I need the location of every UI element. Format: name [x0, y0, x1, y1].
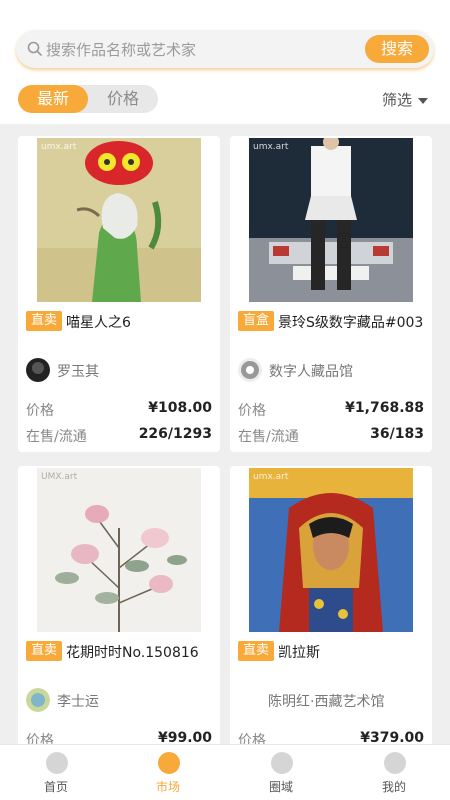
- home-icon: [46, 752, 68, 774]
- nav-market[interactable]: 市场: [112, 745, 224, 800]
- artwork-image: umx.art: [37, 138, 201, 302]
- stock-label: 在售/流通: [238, 429, 299, 445]
- tab-price[interactable]: 价格: [88, 85, 158, 113]
- artwork-card[interactable]: umx.art 直卖 凯拉斯 陈明红·西藏艺术馆 价格 ¥379.00: [230, 466, 432, 756]
- artwork-card[interactable]: umx.art 直卖 喵星人之6 罗玉其 价格 ¥108.00 在售/流通 22…: [18, 136, 220, 452]
- avatar: [238, 358, 262, 382]
- author-name: 罗玉其: [57, 364, 99, 380]
- author-name: 陈明红·西藏艺术馆: [268, 694, 385, 710]
- stock-value: 226/1293: [138, 426, 212, 442]
- market-icon: [158, 752, 180, 774]
- search-icon: [27, 41, 42, 56]
- avatar: [26, 358, 50, 382]
- search-input[interactable]: 搜索作品名称或艺术家: [46, 39, 196, 60]
- watermark: umx.art: [253, 472, 289, 482]
- search-button[interactable]: 搜索: [365, 35, 429, 63]
- nav-profile[interactable]: 我的: [338, 745, 450, 800]
- top-bar: 搜索作品名称或艺术家 搜索 最新 价格 筛选: [0, 0, 450, 124]
- price-value: ¥108.00: [148, 400, 212, 416]
- artwork-image: umx.art: [249, 468, 413, 632]
- sale-type-badge: 直卖: [26, 311, 62, 331]
- nav-label: 首页: [43, 780, 68, 794]
- artwork-title: 花期时时No.150816: [66, 645, 199, 661]
- profile-icon: [384, 752, 406, 774]
- avatar: [26, 688, 50, 712]
- filter-button[interactable]: 筛选: [382, 89, 428, 110]
- sale-type-badge: 直卖: [26, 641, 62, 661]
- artwork-title: 凯拉斯: [278, 645, 320, 661]
- artwork-title: 景玲S级数字藏品#003: [278, 315, 424, 331]
- stock-value: 36/183: [370, 426, 424, 442]
- author-name: 李士运: [57, 694, 99, 710]
- nav-label: 圈域: [268, 780, 293, 794]
- sale-type-badge: 直卖: [238, 641, 274, 661]
- sale-type-badge: 盲盒: [238, 311, 274, 331]
- artwork-image: umx.art: [249, 138, 413, 302]
- price-label: 价格: [238, 403, 266, 419]
- artwork-title: 喵星人之6: [66, 315, 131, 331]
- watermark: umx.art: [253, 142, 289, 152]
- author-name: 数字人藏品馆: [269, 364, 353, 380]
- nav-circle[interactable]: 圈域: [225, 745, 337, 800]
- nav-home[interactable]: 首页: [0, 745, 112, 800]
- watermark: UMX.art: [41, 472, 78, 482]
- artwork-card[interactable]: UMX.art 直卖 花期时时No.150816 李士运 价格 ¥99.00: [18, 466, 220, 756]
- bottom-nav: 首页 市场 圈域 我的: [0, 744, 450, 800]
- stock-label: 在售/流通: [26, 429, 87, 445]
- circle-icon: [271, 752, 293, 774]
- price-label: 价格: [26, 403, 54, 419]
- price-value: ¥1,768.88: [345, 400, 424, 416]
- tab-latest[interactable]: 最新: [18, 85, 88, 113]
- search-bar[interactable]: 搜索作品名称或艺术家 搜索: [16, 30, 434, 68]
- watermark: umx.art: [41, 142, 77, 152]
- sort-tabs: 最新 价格: [18, 85, 158, 113]
- filter-label: 筛选: [381, 91, 412, 109]
- caret-down-icon: [418, 97, 428, 104]
- nav-label: 市场: [155, 780, 180, 794]
- artwork-image: UMX.art: [37, 468, 201, 632]
- nav-label: 我的: [381, 780, 406, 794]
- artwork-card[interactable]: umx.art 盲盒 景玲S级数字藏品#003 数字人藏品馆 价格 ¥1,768…: [230, 136, 432, 452]
